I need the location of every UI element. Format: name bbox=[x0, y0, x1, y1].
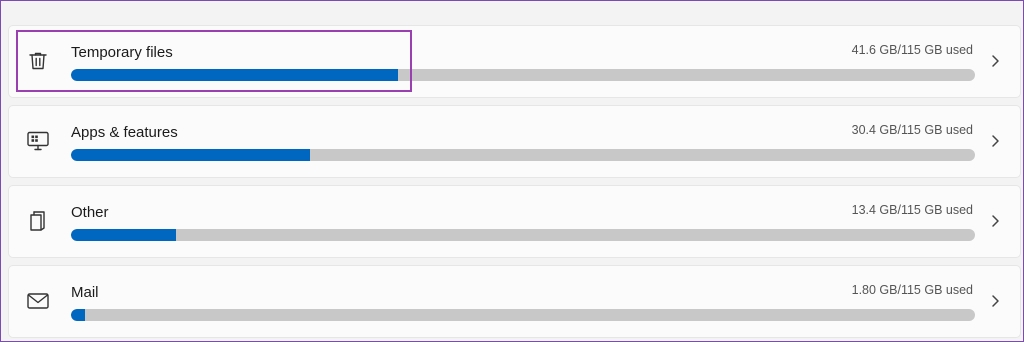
chevron-right-icon[interactable] bbox=[988, 132, 1002, 150]
storage-row-usage: 41.6 GB/115 GB used bbox=[851, 43, 973, 57]
usage-progress-bar bbox=[71, 309, 975, 321]
chevron-right-icon[interactable] bbox=[988, 292, 1002, 310]
storage-row-label: Mail bbox=[71, 284, 99, 301]
usage-progress-bar bbox=[71, 149, 975, 161]
storage-row-other[interactable]: Other 13.4 GB/115 GB used bbox=[8, 185, 1021, 258]
chevron-right-icon[interactable] bbox=[988, 212, 1002, 230]
chevron-right-icon[interactable] bbox=[988, 52, 1002, 70]
storage-row-usage: 1.80 GB/115 GB used bbox=[851, 283, 973, 297]
document-icon bbox=[25, 208, 51, 234]
trash-icon bbox=[25, 48, 51, 74]
storage-row-mail[interactable]: Mail 1.80 GB/115 GB used bbox=[8, 265, 1021, 338]
usage-progress-fill bbox=[71, 309, 86, 321]
storage-row-usage: 13.4 GB/115 GB used bbox=[851, 203, 973, 217]
usage-progress-fill bbox=[71, 229, 177, 241]
storage-row-label: Other bbox=[71, 204, 109, 221]
storage-row-label: Temporary files bbox=[71, 44, 173, 61]
usage-progress-bar bbox=[71, 229, 975, 241]
mail-icon bbox=[25, 288, 51, 314]
storage-row-usage: 30.4 GB/115 GB used bbox=[851, 123, 973, 137]
usage-progress-fill bbox=[71, 69, 398, 81]
usage-progress-bar bbox=[71, 69, 975, 81]
storage-row-label: Apps & features bbox=[71, 124, 178, 141]
usage-progress-fill bbox=[71, 149, 310, 161]
storage-row-temporary-files[interactable]: Temporary files 41.6 GB/115 GB used bbox=[8, 25, 1021, 98]
apps-icon bbox=[25, 128, 51, 154]
storage-row-apps-features[interactable]: Apps & features 30.4 GB/115 GB used bbox=[8, 105, 1021, 178]
storage-categories-panel: Temporary files 41.6 GB/115 GB used Apps… bbox=[0, 0, 1024, 342]
